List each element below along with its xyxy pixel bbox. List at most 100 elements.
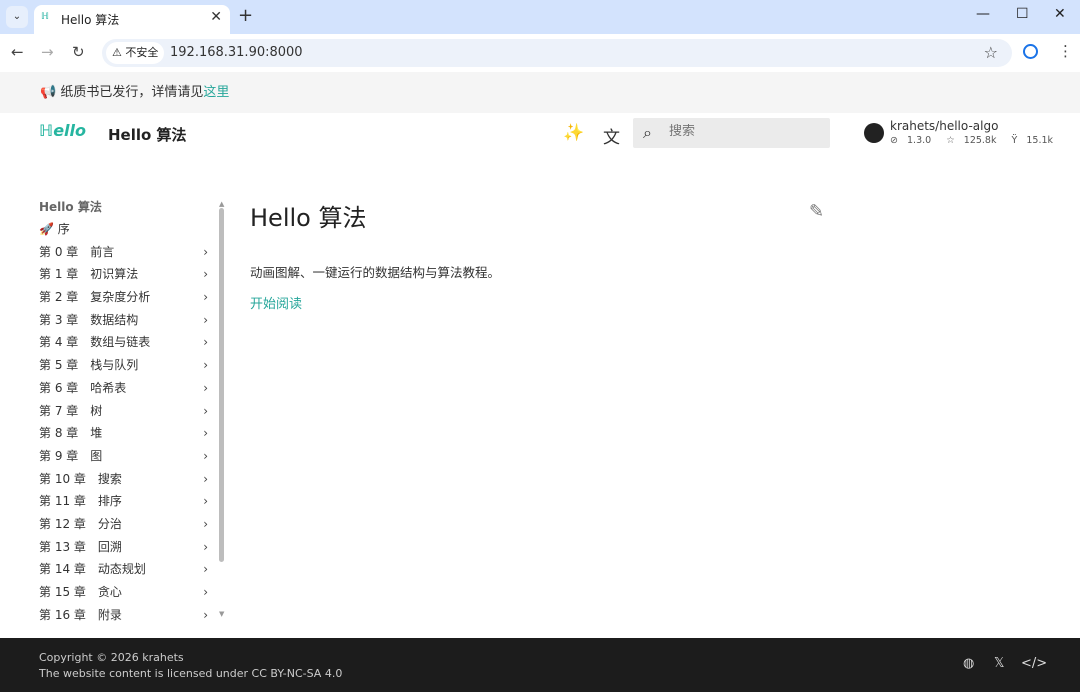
sidebar-item-label: 第 0 章 前言 <box>39 244 115 259</box>
sidebar-scrollbar[interactable] <box>219 208 224 562</box>
sidebar-item-label: 第 2 章 复杂度分析 <box>39 290 151 305</box>
chevron-right-icon[interactable]: › <box>203 312 208 328</box>
sidebar-item[interactable]: 第 1 章 初识算法 › <box>39 266 214 289</box>
sidebar-item-label: 第 5 章 栈与队列 <box>39 358 139 373</box>
forward-button[interactable]: → <box>41 43 54 61</box>
search-input[interactable] <box>669 124 819 139</box>
sidebar-item[interactable]: 第 11 章 排序 › <box>39 493 214 516</box>
sidebar-item[interactable]: 第 8 章 堆 › <box>39 425 214 448</box>
reload-button[interactable]: ↻ <box>72 43 85 61</box>
menu-icon[interactable]: ⋮ <box>1058 42 1073 60</box>
sidebar-item[interactable]: 第 13 章 回溯 › <box>39 539 214 562</box>
chevron-right-icon[interactable]: › <box>203 539 208 555</box>
theme-toggle-icon[interactable]: ✨ <box>563 123 584 143</box>
site-header: ℍello Hello 算法 ✨ 文 ⌕ krahets/hello-algo … <box>0 113 1080 155</box>
sidebar-item-label: 第 14 章 动态规划 <box>39 562 146 577</box>
chevron-right-icon[interactable]: › <box>203 448 208 464</box>
code-icon[interactable]: </> <box>1021 656 1047 671</box>
chevron-right-icon[interactable]: › <box>203 607 208 623</box>
browser-tab-bar: ⌄ ℍ Hello 算法 ✕ + — ☐ ✕ <box>0 0 1080 34</box>
sidebar-item-label: 第 4 章 数组与链表 <box>39 335 151 350</box>
chevron-right-icon[interactable]: › <box>203 403 208 419</box>
bookmark-star-icon[interactable]: ☆ <box>984 43 998 62</box>
browser-toolbar: ← → ↻ ⚠ 不安全 192.168.31.90:8000 ☆ ⋮ <box>0 34 1080 72</box>
repo-forks: 15.1k <box>1026 135 1054 146</box>
chevron-right-icon[interactable]: › <box>203 334 208 350</box>
footer: Copyright © 2026 krahets The website con… <box>0 638 1080 692</box>
language-icon[interactable]: 文 <box>603 123 620 148</box>
url-text[interactable]: 192.168.31.90:8000 <box>170 45 303 60</box>
chevron-right-icon[interactable]: › <box>203 516 208 532</box>
close-window-button[interactable]: ✕ <box>1054 6 1066 22</box>
chevron-right-icon[interactable]: › <box>203 266 208 282</box>
x-twitter-icon[interactable]: 𝕏 <box>994 656 1004 671</box>
sidebar-item-label: 第 12 章 分治 <box>39 516 122 531</box>
sidebar-item[interactable]: 第 3 章 数据结构 › <box>39 312 214 335</box>
repo-stars: 125.8k <box>963 135 997 146</box>
chevron-right-icon[interactable]: › <box>203 357 208 373</box>
sidebar-item-label: 第 15 章 贪心 <box>39 585 122 599</box>
start-reading-link[interactable]: 开始阅读 <box>250 293 302 312</box>
copyright-text: Copyright © 2026 krahets <box>39 651 184 664</box>
sidebar-item[interactable]: 第 16 章 附录 › <box>39 607 214 630</box>
sidebar-item-label: 第 1 章 初识算法 <box>39 267 139 282</box>
favicon-icon: ℍ <box>41 12 49 22</box>
sidebar-item[interactable]: 第 4 章 数组与链表 › <box>39 334 214 357</box>
chevron-right-icon[interactable]: › <box>203 584 208 600</box>
github-footer-icon[interactable]: ◍ <box>963 656 974 671</box>
close-tab-icon[interactable]: ✕ <box>210 9 222 25</box>
sidebar-item-label: 第 6 章 哈希表 <box>39 380 127 395</box>
chevron-right-icon[interactable]: › <box>203 493 208 509</box>
sidebar-item[interactable]: 🚀 序 <box>39 221 214 244</box>
maximize-button[interactable]: ☐ <box>1016 6 1029 22</box>
rocket-icon: 🚀 <box>39 222 58 236</box>
chevron-right-icon[interactable]: › <box>203 471 208 487</box>
sidebar-item[interactable]: 第 9 章 图 › <box>39 448 214 471</box>
edit-page-icon[interactable]: ✎ <box>809 201 824 222</box>
search-icon: ⌕ <box>643 123 652 142</box>
sidebar-item[interactable]: 第 15 章 贪心 › <box>39 584 214 607</box>
chevron-right-icon[interactable]: › <box>203 380 208 396</box>
sidebar-item[interactable]: 第 5 章 栈与队列 › <box>39 357 214 380</box>
address-bar[interactable]: ⚠ 不安全 192.168.31.90:8000 ☆ <box>102 39 1012 67</box>
sidebar-item-label: 第 3 章 数据结构 <box>39 312 139 327</box>
sidebar-item-label: 第 9 章 图 <box>39 448 103 463</box>
tab-search-button[interactable]: ⌄ <box>6 6 28 28</box>
repo-name: krahets/hello-algo <box>890 119 999 133</box>
tag-icon: ⊘ <box>890 135 898 146</box>
sidebar-title: Hello 算法 <box>39 200 102 214</box>
page-description: 动画图解、一键运行的数据结构与算法教程。 <box>250 265 501 280</box>
chevron-right-icon[interactable]: › <box>203 244 208 260</box>
chevron-right-icon[interactable]: › <box>203 425 208 441</box>
sidebar-item[interactable]: 第 6 章 哈希表 › <box>39 380 214 403</box>
sidebar-item-label: 第 8 章 堆 <box>39 426 103 441</box>
security-label: 不安全 <box>125 46 159 59</box>
site-title[interactable]: Hello 算法 <box>108 124 187 145</box>
license-text: The website content is licensed under CC… <box>39 667 343 680</box>
back-button[interactable]: ← <box>11 43 24 61</box>
megaphone-icon: 📢 <box>40 85 57 100</box>
sidebar-item[interactable]: 第 0 章 前言 › <box>39 244 214 267</box>
search-box[interactable]: ⌕ <box>633 118 830 148</box>
chevron-right-icon[interactable]: › <box>203 289 208 305</box>
security-chip[interactable]: ⚠ 不安全 <box>106 42 165 64</box>
profile-icon[interactable] <box>1023 44 1038 59</box>
new-tab-button[interactable]: + <box>238 5 253 26</box>
site-logo[interactable]: ℍello <box>39 121 86 140</box>
sidebar-item[interactable]: 第 10 章 搜索 › <box>39 471 214 494</box>
browser-tab[interactable]: ℍ Hello 算法 ✕ <box>34 5 230 34</box>
announcement-link[interactable]: 这里 <box>203 85 229 100</box>
minimize-button[interactable]: — <box>976 6 990 22</box>
github-icon <box>864 123 884 143</box>
sidebar-nav: Hello 算法 🚀 序第 0 章 前言 › 第 1 章 初识算法 › 第 2 章 复杂… <box>39 199 214 629</box>
sidebar-item-label: 第 16 章 附录 <box>39 607 122 622</box>
chevron-right-icon[interactable]: › <box>203 561 208 577</box>
sidebar-item[interactable]: 第 7 章 树 › <box>39 403 214 426</box>
scroll-up-arrow[interactable]: ▲ <box>219 200 224 208</box>
sidebar-item-label: 序 <box>57 222 70 236</box>
sidebar-item[interactable]: 第 14 章 动态规划 › <box>39 561 214 584</box>
sidebar-item[interactable]: 第 12 章 分治 › <box>39 516 214 539</box>
sidebar-item[interactable]: 第 2 章 复杂度分析 › <box>39 289 214 312</box>
scroll-down-arrow[interactable]: ▼ <box>219 610 224 618</box>
sidebar-item-label: 第 13 章 回溯 <box>39 539 122 554</box>
